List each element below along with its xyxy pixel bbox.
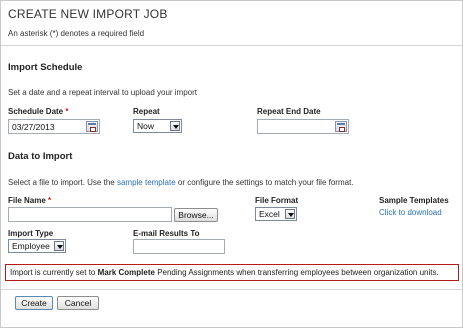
schedule-date-value: 03/27/2013 <box>12 122 55 132</box>
description-prefix: Select a file to import. Use the <box>8 178 115 187</box>
required-asterisk: * <box>65 107 69 116</box>
sample-templates-label: Sample Templates <box>379 196 449 205</box>
required-asterisk: * <box>48 196 52 205</box>
repeat-end-date-label: Repeat End Date <box>257 107 321 116</box>
footer-divider <box>1 289 462 290</box>
schedule-date-input[interactable]: 03/27/2013 <box>8 119 100 134</box>
import-settings-notice: Import is currently set to Mark Complete… <box>5 264 459 281</box>
chevron-down-icon[interactable] <box>285 209 295 219</box>
sample-template-link[interactable]: sample template <box>117 178 176 187</box>
description-suffix: or configure the settings to match your … <box>177 178 354 187</box>
data-to-import-heading: Data to Import <box>8 151 73 162</box>
repeat-select[interactable]: Now <box>133 119 182 133</box>
chevron-down-icon[interactable] <box>54 241 64 251</box>
data-import-description: Select a file to import. Use the sample … <box>8 178 354 187</box>
notice-suffix: Pending Assignments when transferring em… <box>157 268 439 277</box>
chevron-down-icon[interactable] <box>170 121 180 131</box>
file-format-selected-value: Excel <box>259 209 280 219</box>
email-results-label: E-mail Results To <box>133 229 200 238</box>
required-field-note: An asterisk (*) denotes a required field <box>8 29 145 38</box>
notice-emphasis: Mark Complete <box>97 268 155 277</box>
header-divider <box>1 45 462 46</box>
calendar-icon[interactable] <box>86 121 98 132</box>
notice-prefix: Import is currently set to <box>10 268 96 277</box>
browse-button[interactable]: Browse... <box>174 208 218 222</box>
repeat-label: Repeat <box>133 107 160 116</box>
email-results-input[interactable] <box>133 239 225 254</box>
click-to-download-link[interactable]: Click to download <box>379 208 442 217</box>
schedule-date-label-text: Schedule Date <box>8 107 64 116</box>
calendar-icon[interactable] <box>335 121 347 132</box>
file-name-input[interactable] <box>8 207 172 222</box>
import-type-selected-value: Employee <box>12 241 50 251</box>
cancel-button[interactable]: Cancel <box>57 296 99 310</box>
create-button[interactable]: Create <box>15 296 53 310</box>
import-job-panel: CREATE NEW IMPORT JOB An asterisk (*) de… <box>0 0 463 328</box>
import-type-label: Import Type <box>8 229 54 238</box>
file-name-label-text: File Name <box>8 196 46 205</box>
file-name-label: File Name * <box>8 196 51 205</box>
import-type-select[interactable]: Employee <box>8 239 66 253</box>
import-schedule-description: Set a date and a repeat interval to uplo… <box>8 88 198 97</box>
page-title: CREATE NEW IMPORT JOB <box>8 7 168 21</box>
file-format-select[interactable]: Excel <box>255 207 297 221</box>
repeat-end-date-input[interactable] <box>257 119 349 134</box>
schedule-date-label: Schedule Date * <box>8 107 69 116</box>
import-schedule-heading: Import Schedule <box>8 62 83 73</box>
file-format-label: File Format <box>255 196 299 205</box>
repeat-selected-value: Now <box>137 121 155 131</box>
